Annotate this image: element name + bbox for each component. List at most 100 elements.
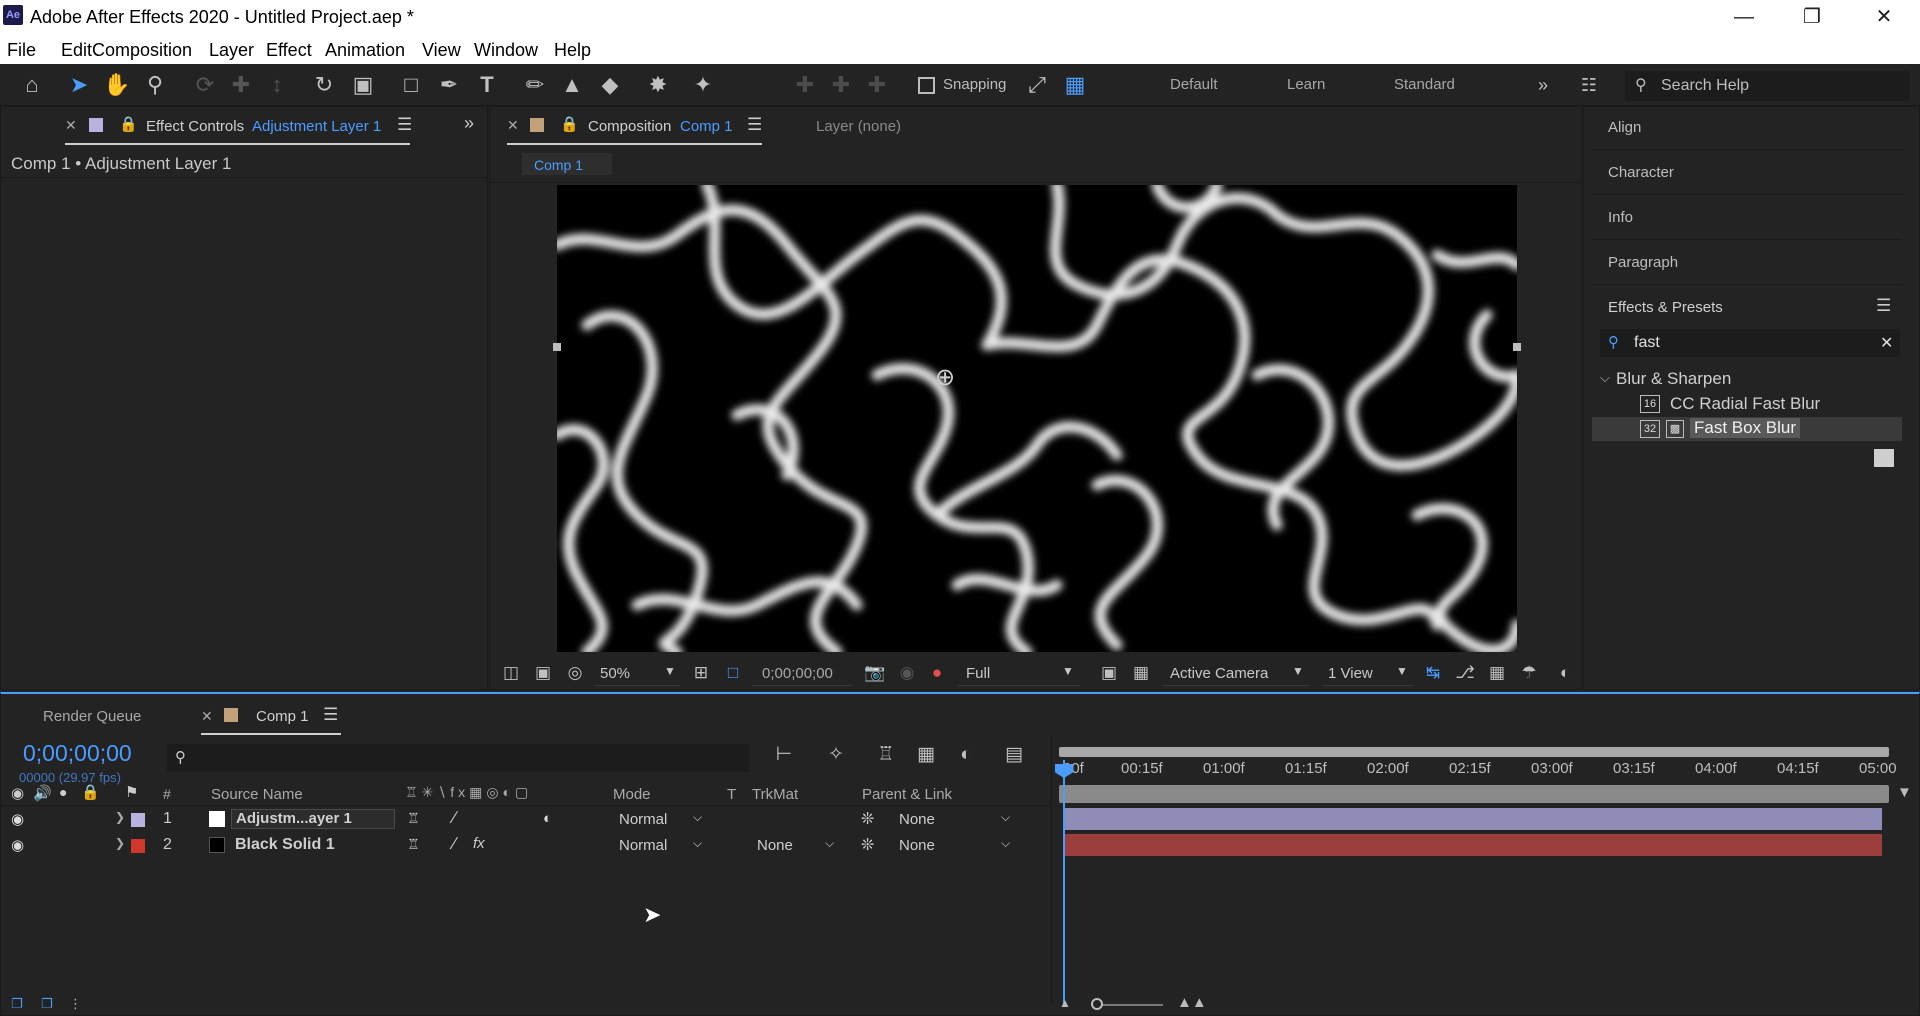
category-blur-sharpen[interactable]: Blur & Sharpen (1616, 369, 1731, 389)
rectangle-tool-icon[interactable]: □ (396, 70, 426, 100)
menu-animation[interactable]: Animation (325, 40, 405, 61)
draft-3d-icon[interactable]: ✧ (821, 740, 851, 770)
trkmat-dropdown[interactable]: None ⌵ (747, 834, 843, 858)
expand-layer-icon[interactable]: ❯ (115, 836, 125, 850)
minimize-icon[interactable]: — (1710, 0, 1778, 36)
workspace-standard[interactable]: Standard (1394, 76, 1455, 93)
expand-panels-icon[interactable]: » (464, 113, 474, 134)
dolly-camera-icon[interactable]: ↕ (262, 70, 292, 100)
layer-switches-toggle-icon[interactable]: ❐ (11, 996, 23, 1012)
layer-label-swatch[interactable] (131, 839, 145, 853)
camera-dropdown[interactable]: Active Camera ▼ (1162, 662, 1310, 686)
transfer-controls-toggle-icon[interactable]: ❐ (41, 996, 53, 1012)
layer-name[interactable]: Adjustm...ayer 1 (231, 809, 395, 829)
composition-duration-bar[interactable] (1059, 785, 1889, 803)
show-snapshot-icon[interactable]: ◉ (892, 658, 922, 688)
parent-dropdown[interactable]: None ⌵ (887, 834, 1019, 858)
align-panel-header[interactable]: Align (1608, 119, 1641, 136)
effects-presets-header[interactable]: Effects & Presets (1608, 299, 1723, 316)
rotation-tool-icon[interactable]: ↻ (309, 70, 339, 100)
workspace-settings-icon[interactable]: ☷ (1574, 70, 1604, 100)
column-source-name[interactable]: Source Name (211, 786, 303, 803)
panel-menu-icon[interactable]: ☰ (397, 115, 412, 135)
quality-switch-icon[interactable]: ∕ (453, 834, 456, 854)
timeline-comp-tab[interactable]: Comp 1 (256, 708, 309, 725)
axis-view-icon[interactable]: ✚ (862, 70, 892, 100)
clone-stamp-icon[interactable]: ▲ (557, 70, 587, 100)
layer-label-swatch[interactable] (131, 813, 145, 827)
pan-camera-icon[interactable]: ✚ (226, 70, 256, 100)
layer-mode-dropdown[interactable]: Normal ⌵ (611, 808, 711, 832)
time-ruler[interactable]: 00f 00:15f 01:00f 01:15f 02:00f 02:15f 0… (1063, 760, 1897, 782)
panel-menu-icon[interactable]: ☰ (323, 705, 338, 725)
anchor-point-icon[interactable]: ⊕ (935, 363, 955, 392)
timeline-current-time[interactable]: 0;00;00;00 (23, 740, 132, 767)
view-layout-dropdown[interactable]: 1 View ▼ (1322, 662, 1414, 686)
reset-exposure-icon[interactable]: ◐ (1550, 658, 1580, 688)
work-area-bar[interactable] (1059, 747, 1889, 757)
effect-controls-tab[interactable]: Effect Controls (146, 118, 244, 135)
menu-file[interactable]: File (7, 40, 36, 61)
menu-layer[interactable]: Layer (209, 40, 254, 61)
menu-effect[interactable]: Effect (266, 40, 312, 61)
snapping-checkbox[interactable] (918, 77, 935, 94)
lock-column-icon[interactable]: 🔒 (81, 783, 100, 801)
composition-tab-comp[interactable]: Comp 1 (680, 118, 733, 135)
roto-brush-icon[interactable]: ✸ (643, 70, 673, 100)
shy-switch-icon[interactable]: ♖ (407, 836, 420, 853)
layer-row[interactable]: ◉ ❯ 1 Adjustm...ayer 1 ♖ ∕ ◐ Normal ⌵ ❊ N… (1, 808, 1051, 832)
layer-row[interactable]: ◉ ❯ 2 Black Solid 1 ♖ ∕ fx Normal ⌵ None ⌵… (1, 834, 1051, 858)
menu-view[interactable]: View (422, 40, 461, 61)
more-workspaces-icon[interactable]: » (1528, 70, 1558, 100)
mask-visibility-icon[interactable]: ◎ (560, 658, 590, 688)
zoom-slider-thumb[interactable] (1091, 998, 1103, 1010)
column-parent-link[interactable]: Parent & Link (862, 786, 952, 803)
in-out-toggle-icon[interactable]: ⋮ (69, 996, 82, 1012)
snap-edge-icon[interactable]: ⤢ (1022, 70, 1052, 100)
layer-viewer-tab[interactable]: Layer (none) (816, 118, 901, 135)
layer-search-field[interactable]: ⚲ (167, 744, 749, 772)
canvas-handle-left[interactable] (553, 343, 561, 351)
frame-blending-icon[interactable]: ▦ (911, 740, 941, 770)
pick-whip-icon[interactable]: ❊ (861, 835, 874, 855)
composition-tab[interactable]: Composition (588, 118, 671, 135)
shy-switch-icon[interactable]: ♖ (407, 810, 420, 827)
canvas-handle-right[interactable] (1513, 343, 1521, 351)
zoom-in-icon[interactable]: ▲▲ (1177, 994, 1207, 1011)
home-icon[interactable]: ⌂ (17, 70, 47, 100)
menu-window[interactable]: Window (474, 40, 538, 61)
menu-edit[interactable]: Edit (61, 40, 92, 61)
menu-help[interactable]: Help (554, 40, 591, 61)
effects-switch-icon[interactable]: fx (473, 835, 485, 852)
layer-2-duration-bar[interactable] (1064, 834, 1882, 856)
type-tool-icon[interactable]: T (472, 70, 502, 100)
workspace-default[interactable]: Default (1170, 76, 1218, 93)
parent-dropdown[interactable]: None ⌵ (887, 808, 1019, 832)
hand-tool-icon[interactable]: ✋ (102, 70, 132, 100)
resolution-dropdown[interactable]: Full ▼ (958, 662, 1080, 686)
panel-menu-icon[interactable]: ☰ (1876, 296, 1891, 316)
column-mode[interactable]: Mode (613, 786, 651, 803)
layer-1-duration-bar[interactable] (1064, 808, 1882, 830)
zoom-dropdown[interactable]: 50% ▼ (594, 662, 680, 686)
new-folder-icon[interactable] (1874, 449, 1894, 467)
render-queue-tab[interactable]: Render Queue (43, 708, 141, 725)
axis-local-icon[interactable]: ✚ (790, 70, 820, 100)
motion-blur-icon[interactable]: ◐ (951, 740, 981, 770)
label-column-icon[interactable]: ⚑ (125, 783, 138, 801)
restore-icon[interactable]: ❐ (1778, 0, 1846, 36)
close-tab-icon[interactable]: ✕ (65, 117, 77, 134)
pen-tool-icon[interactable]: ✒ (434, 70, 464, 100)
effect-controls-layer[interactable]: Adjustment Layer 1 (252, 118, 381, 135)
timeline-icon[interactable]: ▦ (1482, 658, 1512, 688)
column-trkmat[interactable]: TrkMat (752, 786, 798, 803)
layer-mode-dropdown[interactable]: Normal ⌵ (611, 834, 711, 858)
toggle-pixel-aspect-icon[interactable]: ↹ (1418, 658, 1448, 688)
clear-search-icon[interactable]: ✕ (1880, 333, 1893, 353)
effects-search-field[interactable]: ⚲ fast ✕ (1600, 329, 1900, 357)
comp-subtab[interactable]: Comp 1 (522, 153, 612, 175)
zoom-out-icon[interactable]: ▲ (1059, 996, 1071, 1010)
expand-layer-icon[interactable]: ❯ (115, 810, 125, 824)
pan-behind-icon[interactable]: ▣ (348, 70, 378, 100)
puppet-pin-icon[interactable]: ✦ (688, 70, 718, 100)
